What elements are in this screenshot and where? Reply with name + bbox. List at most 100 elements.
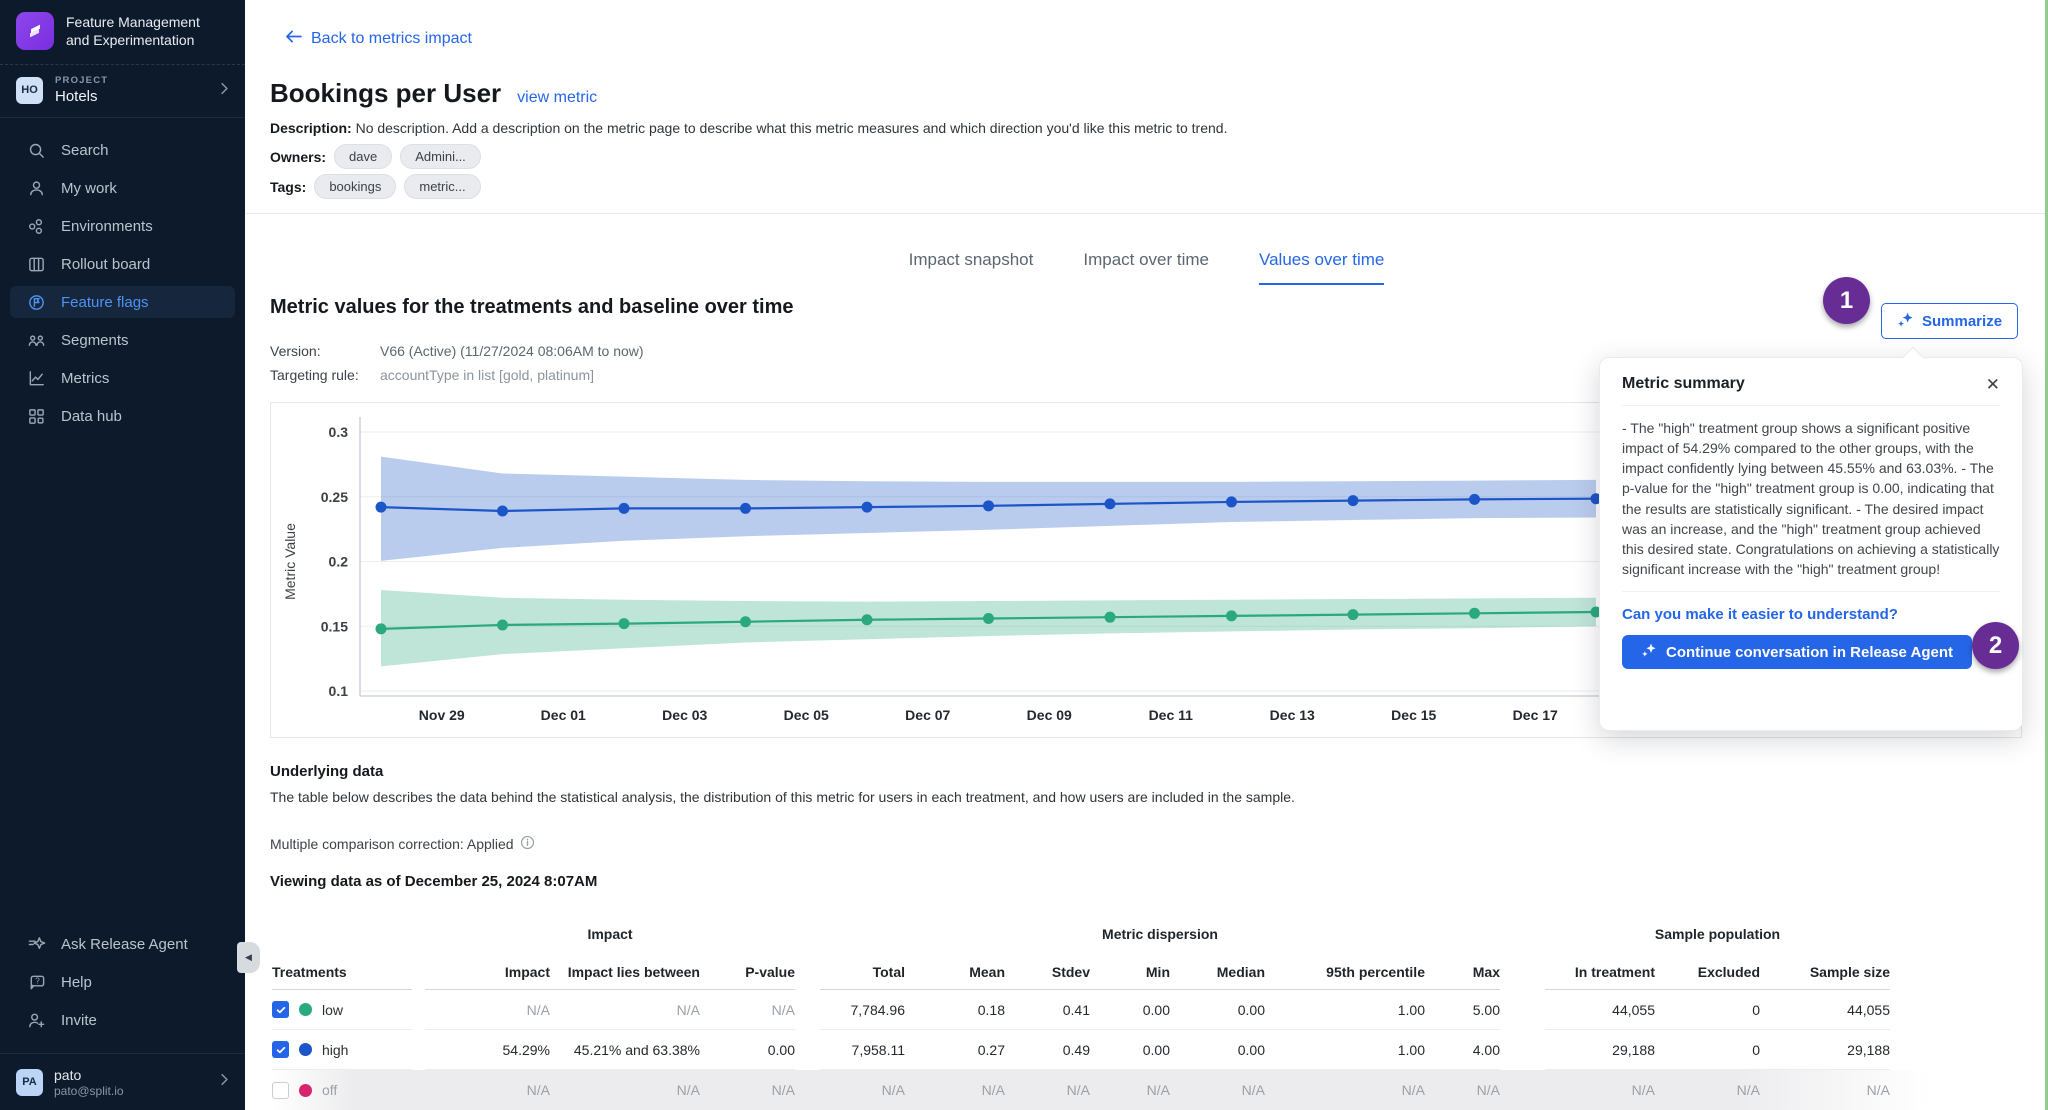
- table-cell: N/A: [550, 1082, 700, 1098]
- svg-text:Dec 05: Dec 05: [784, 707, 829, 723]
- treatment-color-dot: [299, 1003, 312, 1016]
- underlying-data-title: Underlying data: [270, 763, 383, 780]
- svg-text:Metric Value: Metric Value: [282, 523, 298, 600]
- column-header-stdev: Stdev: [1005, 964, 1090, 980]
- owner-pill[interactable]: dave: [334, 144, 392, 169]
- table-cell: 0.18: [905, 1002, 1005, 1018]
- table-cell: 7,958.11: [820, 1042, 905, 1058]
- sidebar-item-segments[interactable]: Segments: [10, 324, 235, 356]
- column-header-max: Max: [1425, 964, 1500, 980]
- table-group-impact: ImpactImpactImpact lies betweenP-valueN/…: [425, 926, 795, 1110]
- group-header: Impact: [425, 926, 795, 952]
- table-row-off: N/AN/AN/A: [1545, 1070, 1890, 1110]
- tab-values-over-time[interactable]: Values over time: [1259, 250, 1384, 285]
- tab-bar: Impact snapshot Impact over time Values ov…: [245, 250, 2048, 285]
- svg-text:0.15: 0.15: [321, 618, 348, 634]
- sparkle-icon: [1897, 311, 1914, 332]
- sidebar-item-my-work[interactable]: My work: [10, 172, 235, 204]
- owner-pill[interactable]: Admini...: [400, 144, 481, 169]
- table-cell: N/A: [700, 1002, 795, 1018]
- version-line: Version:V66 (Active) (11/27/2024 08:06AM…: [270, 343, 644, 359]
- table-cell: 29,188: [1545, 1042, 1655, 1058]
- svg-text:?: ?: [35, 976, 40, 985]
- column-header-min: Min: [1090, 964, 1170, 980]
- svg-text:Dec 03: Dec 03: [662, 707, 707, 723]
- table-cell: 0: [1655, 1002, 1760, 1018]
- table-cell: 0.00: [1170, 1042, 1265, 1058]
- owners-line: Owners: daveAdmini...: [270, 144, 481, 169]
- table-cell: N/A: [1655, 1082, 1760, 1098]
- sidebar-item-invite[interactable]: Invite: [10, 1004, 235, 1036]
- table-cell: 0: [1655, 1042, 1760, 1058]
- table-group-metric-dispersion: Metric dispersionTotalMeanStdevMinMedian…: [820, 926, 1500, 1110]
- table-cell: 4.00: [1425, 1042, 1500, 1058]
- help-icon: ?: [27, 973, 46, 992]
- tab-impact-over-time[interactable]: Impact over time: [1083, 250, 1209, 285]
- targeting-rule-line: Targeting rule:accountType in list [gold…: [270, 367, 594, 383]
- arrow-left-icon: [285, 30, 302, 48]
- table-cell: 0.00: [1170, 1002, 1265, 1018]
- sidebar-item-environments[interactable]: Environments: [10, 210, 235, 242]
- treatment-checkbox-high[interactable]: [272, 1041, 289, 1058]
- user-email: pato@split.io: [54, 1084, 124, 1098]
- table-cell: N/A: [700, 1082, 795, 1098]
- sidebar-collapse-handle[interactable]: ◀: [237, 942, 260, 973]
- back-link[interactable]: Back to metrics impact: [285, 30, 472, 48]
- treatment-name: high: [322, 1042, 348, 1058]
- user-menu[interactable]: PA pato pato@split.io: [0, 1053, 245, 1110]
- divider: [245, 213, 2045, 214]
- sidebar-item-help[interactable]: ?Help: [10, 966, 235, 998]
- column-header-treatments: Treatments: [272, 964, 412, 980]
- sidebar-item-data-hub[interactable]: Data hub: [10, 400, 235, 432]
- project-badge: HO: [16, 77, 43, 104]
- close-icon[interactable]: ✕: [1986, 376, 2000, 393]
- group-header: Sample population: [1545, 926, 1890, 952]
- sidebar-item-label: Data hub: [61, 408, 122, 425]
- treatment-color-dot: [299, 1043, 312, 1056]
- table-cell: N/A: [1545, 1082, 1655, 1098]
- project-switcher[interactable]: HO PROJECT Hotels: [0, 65, 245, 118]
- column-header-mean: Mean: [905, 964, 1005, 980]
- sidebar-nav: Search My work Environments Rollout board Fe…: [0, 118, 245, 432]
- svg-text:Dec 17: Dec 17: [1513, 707, 1558, 723]
- section-title: Metric values for the treatments and bas…: [270, 296, 794, 319]
- sidebar-item-ask-release-agent[interactable]: Ask Release Agent: [10, 928, 235, 960]
- sidebar-item-metrics[interactable]: Metrics: [10, 362, 235, 394]
- view-metric-link[interactable]: view metric: [517, 89, 597, 107]
- segments-icon: [27, 331, 46, 350]
- column-header-impact: Impact: [425, 964, 550, 980]
- sidebar-item-label: My work: [61, 180, 117, 197]
- simplify-question-link[interactable]: Can you make it easier to understand?: [1622, 606, 2000, 623]
- tag-pill[interactable]: bookings: [314, 174, 396, 199]
- sidebar-item-feature-flags[interactable]: Feature flags: [10, 286, 235, 318]
- table-cell: 44,055: [1545, 1002, 1655, 1018]
- table-cell: N/A: [1425, 1082, 1500, 1098]
- metrics-icon: [27, 369, 46, 388]
- continue-in-release-agent-button[interactable]: Continue conversation in Release Agent: [1622, 635, 1972, 669]
- avatar: PA: [16, 1069, 43, 1096]
- info-icon[interactable]: [520, 835, 535, 853]
- tab-impact-snapshot[interactable]: Impact snapshot: [909, 250, 1034, 285]
- summarize-button[interactable]: Summarize: [1881, 303, 2018, 339]
- agent-icon: [27, 935, 46, 954]
- table-cell: 0.41: [1005, 1002, 1090, 1018]
- treatment-checkbox-low[interactable]: [272, 1001, 289, 1018]
- split-logo-icon: [16, 12, 54, 50]
- tag-pill[interactable]: metric...: [404, 174, 480, 199]
- table-row-high: 7,958.110.270.490.000.001.004.00: [820, 1030, 1500, 1070]
- sparkle-icon: [1641, 642, 1657, 662]
- annotation-badge-2: 2: [1972, 622, 2019, 669]
- project-name: Hotels: [55, 88, 108, 105]
- treatment-checkbox-off[interactable]: [272, 1082, 289, 1099]
- column-header-95th-percentile: 95th percentile: [1265, 964, 1425, 980]
- table-row-high: 54.29%45.21% and 63.38%0.00: [425, 1030, 795, 1070]
- sidebar-item-label: Search: [61, 142, 109, 159]
- summary-text: - The "high" treatment group shows a sig…: [1622, 418, 2000, 579]
- sidebar-item-rollout-board[interactable]: Rollout board: [10, 248, 235, 280]
- table-cell: 0.00: [700, 1042, 795, 1058]
- treatment-name: low: [322, 1002, 343, 1018]
- sidebar-item-label: Rollout board: [61, 256, 150, 273]
- sidebar-item-label: Feature flags: [61, 294, 149, 311]
- group-header: Metric dispersion: [820, 926, 1500, 952]
- sidebar-item-search[interactable]: Search: [10, 134, 235, 166]
